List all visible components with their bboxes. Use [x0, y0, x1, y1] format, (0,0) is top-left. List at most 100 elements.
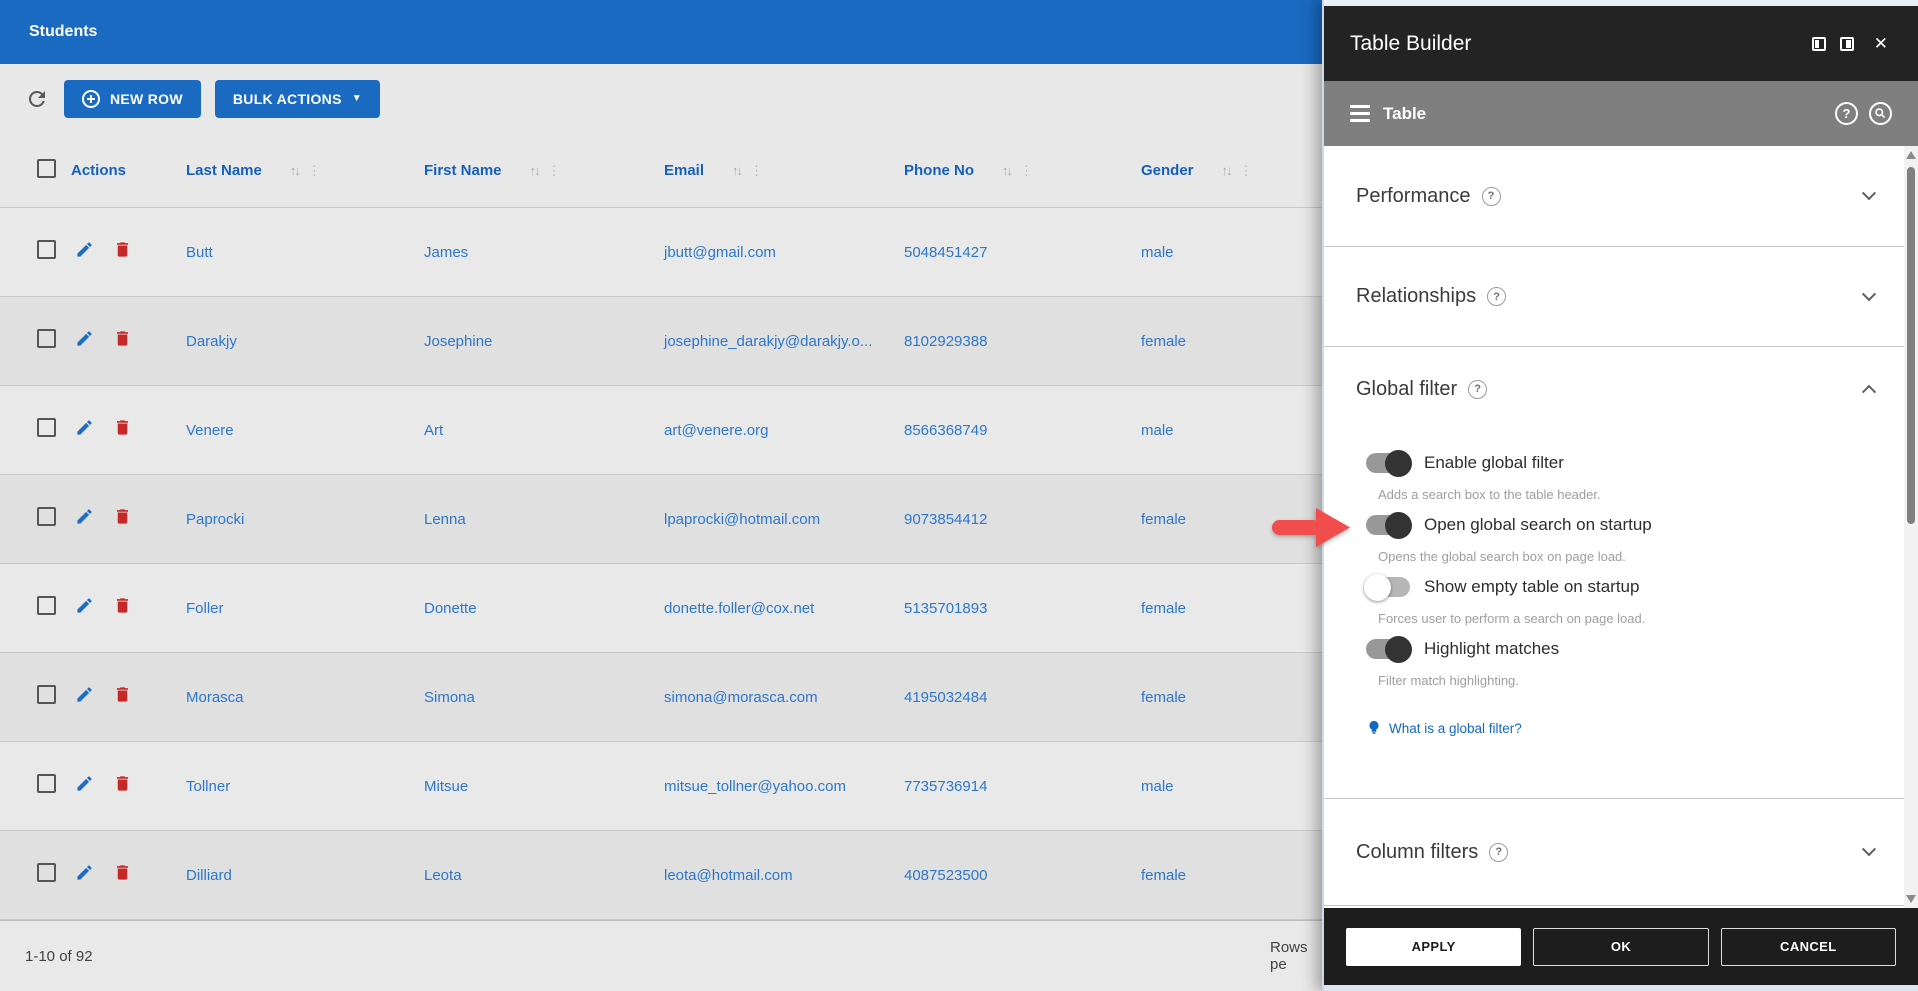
delete-row-icon[interactable]: [113, 507, 132, 526]
edit-row-icon[interactable]: [75, 685, 94, 704]
apply-button[interactable]: APPLY: [1346, 927, 1522, 966]
row-checkbox[interactable]: [37, 507, 56, 526]
column-menu-icon[interactable]: ⋮: [1020, 163, 1033, 179]
toggle-switch[interactable]: [1366, 511, 1412, 539]
refresh-icon[interactable]: [24, 86, 50, 112]
plus-circle-icon: [82, 90, 100, 108]
sort-icon[interactable]: ↑↓: [1222, 163, 1233, 178]
edit-row-icon[interactable]: [75, 863, 94, 882]
row-checkbox[interactable]: [37, 418, 56, 437]
table-builder-panel: Table Builder ✕ Table ? Performance ? Re…: [1322, 0, 1918, 991]
scroll-down-arrow[interactable]: [1906, 895, 1916, 903]
toggle-switch[interactable]: [1364, 573, 1410, 601]
column-menu-icon[interactable]: ⋮: [308, 163, 321, 179]
dock-left-icon[interactable]: [1811, 36, 1826, 51]
row-checkbox[interactable]: [37, 329, 56, 348]
select-all-checkbox[interactable]: [37, 158, 56, 178]
edit-row-icon[interactable]: [75, 774, 94, 793]
row-checkbox[interactable]: [37, 596, 56, 615]
row-checkbox[interactable]: [37, 774, 56, 793]
table-row: Dilliard Leota leota@hotmail.com 4087523…: [0, 831, 1322, 920]
scrollbar-thumb[interactable]: [1907, 167, 1915, 524]
section-column-filters[interactable]: Column filters ?: [1324, 799, 1918, 906]
delete-row-icon[interactable]: [113, 418, 132, 437]
section-performance[interactable]: Performance ?: [1324, 146, 1918, 247]
cell-email: mitsue_tollner@yahoo.com: [664, 777, 846, 795]
help-circle-icon[interactable]: ?: [1835, 102, 1858, 125]
row-checkbox[interactable]: [37, 863, 56, 882]
section-global-filter: Global filter ? Enable global filter Add…: [1324, 347, 1918, 799]
column-header-actions: Actions: [71, 162, 127, 179]
cancel-button[interactable]: CANCEL: [1720, 927, 1896, 966]
table-row: Foller Donette donette.foller@cox.net 51…: [0, 564, 1322, 653]
toggle-row[interactable]: Enable global filter: [1324, 446, 1918, 480]
sort-icon[interactable]: ↑↓: [530, 163, 541, 178]
toggle-switch[interactable]: [1366, 635, 1412, 663]
cell-last-name: Venere: [186, 421, 234, 439]
table-title-bar: Students: [0, 0, 1322, 64]
toggle-block: Highlight matches Filter match highlight…: [1324, 632, 1918, 694]
scroll-up-arrow[interactable]: [1906, 151, 1916, 159]
sort-icon[interactable]: ↑↓: [732, 163, 743, 178]
toggle-row[interactable]: Open global search on startup: [1324, 508, 1918, 542]
dock-right-icon[interactable]: [1839, 36, 1854, 51]
column-menu-icon[interactable]: ⋮: [1240, 163, 1253, 179]
cell-first-name: Lenna: [424, 510, 466, 528]
panel-scrollbar[interactable]: [1904, 146, 1918, 908]
cell-first-name: James: [424, 243, 469, 261]
column-header-first-name[interactable]: First Name ↑↓ ⋮: [424, 162, 664, 179]
cell-phone: 8566368749: [904, 421, 988, 439]
search-circle-icon[interactable]: [1869, 102, 1892, 125]
edit-row-icon[interactable]: [75, 329, 94, 348]
row-checkbox[interactable]: [37, 685, 56, 704]
cell-phone: 5048451427: [904, 243, 988, 261]
sort-icon[interactable]: ↑↓: [1002, 163, 1013, 178]
bulk-actions-button[interactable]: BULK ACTIONS ▼: [214, 80, 380, 118]
cell-gender: female: [1141, 866, 1187, 884]
cell-email: lpaprocki@hotmail.com: [664, 510, 821, 528]
tab-table[interactable]: Table: [1383, 104, 1426, 124]
column-header-phone[interactable]: Phone No ↑↓ ⋮: [904, 162, 1141, 179]
help-circle-icon[interactable]: ?: [1489, 842, 1509, 862]
delete-row-icon[interactable]: [113, 329, 132, 348]
edit-row-icon[interactable]: [75, 240, 94, 259]
column-menu-icon[interactable]: ⋮: [548, 163, 561, 179]
panel-tab-bar: Table ?: [1324, 81, 1918, 146]
cell-email: donette.foller@cox.net: [664, 599, 815, 617]
help-circle-icon[interactable]: ?: [1481, 186, 1501, 206]
column-header-last-name[interactable]: Last Name ↑↓ ⋮: [186, 162, 424, 179]
section-relationships[interactable]: Relationships ?: [1324, 247, 1918, 347]
toggle-row[interactable]: Show empty table on startup: [1324, 570, 1918, 604]
column-header-gender[interactable]: Gender ↑↓ ⋮: [1141, 162, 1321, 179]
help-circle-icon[interactable]: ?: [1487, 287, 1507, 306]
row-checkbox[interactable]: [37, 240, 56, 259]
close-icon[interactable]: ✕: [1874, 34, 1888, 54]
section-global-filter-header[interactable]: Global filter ?: [1324, 347, 1918, 431]
delete-row-icon[interactable]: [113, 774, 132, 793]
ok-button[interactable]: OK: [1533, 927, 1709, 966]
toggle-description: Filter match highlighting.: [1378, 672, 1519, 688]
delete-row-icon[interactable]: [113, 685, 132, 704]
toggle-row[interactable]: Highlight matches: [1324, 632, 1918, 666]
column-menu-icon[interactable]: ⋮: [750, 163, 763, 179]
menu-icon[interactable]: [1350, 105, 1370, 122]
cell-first-name: Art: [424, 421, 444, 439]
edit-row-icon[interactable]: [75, 418, 94, 437]
help-circle-icon[interactable]: ?: [1468, 379, 1488, 399]
new-row-button[interactable]: NEW ROW: [64, 80, 201, 118]
cell-gender: female: [1141, 332, 1187, 350]
cell-phone: 4087523500: [904, 866, 988, 884]
panel-footer: APPLY OK CANCEL: [1324, 908, 1918, 985]
edit-row-icon[interactable]: [75, 596, 94, 615]
toggle-switch[interactable]: [1366, 449, 1412, 477]
sort-icon[interactable]: ↑↓: [290, 163, 301, 178]
delete-row-icon[interactable]: [113, 596, 132, 615]
delete-row-icon[interactable]: [113, 240, 132, 259]
delete-row-icon[interactable]: [113, 863, 132, 882]
cell-email: leota@hotmail.com: [664, 866, 793, 884]
edit-row-icon[interactable]: [75, 507, 94, 526]
toggle-label: Open global search on startup: [1424, 515, 1652, 534]
column-header-email[interactable]: Email ↑↓ ⋮: [664, 162, 904, 179]
chevron-up-icon: [1861, 384, 1877, 399]
global-filter-help-link[interactable]: What is a global filter?: [1324, 714, 1918, 742]
